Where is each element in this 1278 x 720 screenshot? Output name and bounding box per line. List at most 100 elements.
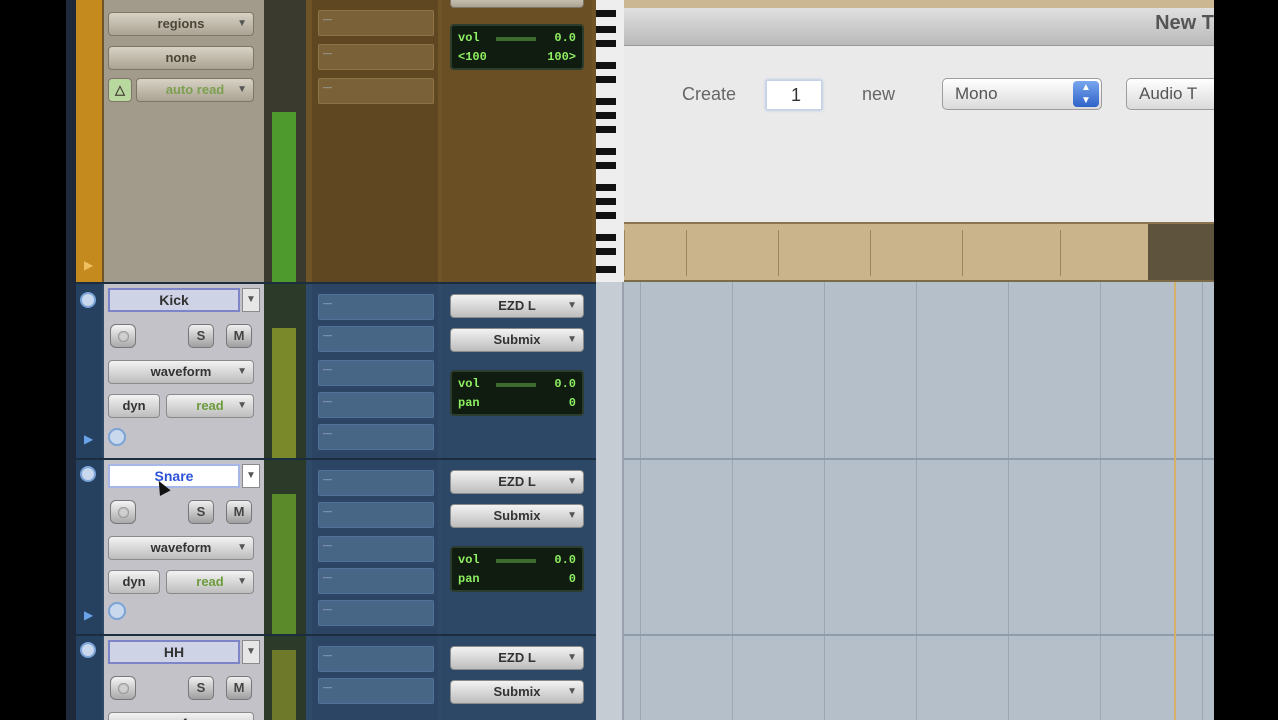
- track-view-dropdown[interactable]: waveform ▼: [108, 360, 254, 384]
- new-tracks-dialog: New T Create 1 new Mono ▲ ▼ Audio T: [624, 0, 1214, 222]
- bus-label: Submix: [493, 508, 541, 523]
- track-view-dropdown[interactable]: waveform ▼: [108, 536, 254, 560]
- insert-slot[interactable]: [318, 424, 434, 450]
- track-view-dropdown[interactable]: waveform: [108, 712, 254, 720]
- vol-value: 0.0: [554, 31, 576, 45]
- track-name-field[interactable]: HH: [108, 640, 240, 664]
- track-color-bar: ▶: [76, 0, 102, 282]
- expand-triangle-icon[interactable]: ▶: [84, 608, 93, 622]
- automation-icon[interactable]: [108, 602, 126, 620]
- insert-slot[interactable]: [318, 326, 434, 352]
- output-dropdown[interactable]: [450, 0, 584, 8]
- record-arm-button[interactable]: [110, 676, 136, 700]
- solo-button[interactable]: S: [188, 500, 214, 524]
- chevron-down-icon: ▼: [237, 84, 247, 95]
- automation-mode-dropdown[interactable]: read ▼: [166, 394, 254, 418]
- output-label: EZD L: [498, 650, 536, 665]
- io-column: EZD L ▼ Submix ▼: [442, 636, 592, 720]
- dyn-button[interactable]: dyn: [108, 570, 160, 594]
- track-controls: Kick ▼ S M waveform ▼ dyn read ▼: [104, 284, 264, 458]
- output-dropdown[interactable]: EZD L ▼: [450, 294, 584, 318]
- track-view-label: waveform: [150, 364, 212, 379]
- automation-icon: △: [115, 82, 125, 97]
- bus-dropdown[interactable]: Submix ▼: [450, 504, 584, 528]
- meter-fill: [272, 328, 296, 458]
- record-icon: [118, 507, 129, 518]
- insert-slot[interactable]: [318, 78, 434, 104]
- chevron-down-icon: ▼: [567, 686, 577, 697]
- insert-slot[interactable]: [318, 646, 434, 672]
- output-label: EZD L: [498, 474, 536, 489]
- track-select-icon[interactable]: [80, 642, 96, 658]
- dialog-titlebar: New T: [624, 0, 1214, 46]
- record-icon: [118, 331, 129, 342]
- mute-button[interactable]: M: [226, 324, 252, 348]
- insert-slot[interactable]: [318, 470, 434, 496]
- track-color-bar: ▶: [76, 460, 102, 634]
- insert-slot[interactable]: [318, 600, 434, 626]
- track-master: ▶ regions ▼ none △ auto read ▼ — — — vol…: [76, 0, 596, 282]
- output-dropdown[interactable]: EZD L ▼: [450, 646, 584, 670]
- chevron-down-icon[interactable]: ▼: [242, 464, 260, 488]
- regions-dropdown[interactable]: regions ▼: [108, 12, 254, 36]
- letterbox-left: [0, 0, 66, 720]
- expand-triangle-icon[interactable]: ▶: [84, 432, 93, 446]
- chevron-down-icon: ▼: [237, 400, 247, 411]
- insert-slot[interactable]: [318, 536, 434, 562]
- edit-pane: New T Create 1 new Mono ▲ ▼ Audio T: [596, 0, 1214, 720]
- record-icon: [118, 683, 129, 694]
- track-select-icon[interactable]: [80, 466, 96, 482]
- playhead-line: [1174, 282, 1176, 720]
- insert-slot[interactable]: [318, 360, 434, 386]
- automation-mode-dropdown[interactable]: read ▼: [166, 570, 254, 594]
- regions-label: regions: [157, 16, 205, 31]
- chevron-down-icon: ▼: [567, 476, 577, 487]
- mute-button[interactable]: M: [226, 676, 252, 700]
- volume-pan-display: vol 0.0 <100 100>: [450, 24, 584, 70]
- insert-slot[interactable]: [318, 568, 434, 594]
- record-arm-button[interactable]: [110, 500, 136, 524]
- level-meter: [264, 460, 306, 634]
- insert-slot[interactable]: [318, 678, 434, 704]
- solo-button[interactable]: S: [188, 324, 214, 348]
- insert-slot[interactable]: [318, 10, 434, 36]
- automation-icon[interactable]: [108, 428, 126, 446]
- output-dropdown[interactable]: EZD L ▼: [450, 470, 584, 494]
- none-dropdown[interactable]: none: [108, 46, 254, 70]
- track-count-input[interactable]: 1: [766, 80, 822, 110]
- new-label: new: [862, 84, 896, 104]
- track-name-field[interactable]: Snare: [108, 464, 240, 488]
- bus-dropdown[interactable]: Submix ▼: [450, 680, 584, 704]
- expand-triangle-icon[interactable]: ▶: [84, 258, 93, 272]
- dyn-label: dyn: [122, 398, 146, 413]
- track-controls: HH ▼ S M waveform: [104, 636, 264, 720]
- pan-label: pan: [458, 572, 480, 586]
- insert-slot[interactable]: [318, 294, 434, 320]
- volume-pan-display: vol 0.0 pan 0: [450, 546, 584, 592]
- track-playlist-grid[interactable]: [624, 282, 1214, 720]
- track-type-select[interactable]: Audio T: [1126, 78, 1214, 110]
- dyn-button[interactable]: dyn: [108, 394, 160, 418]
- record-arm-button[interactable]: [110, 324, 136, 348]
- dialog-title: New T: [1155, 12, 1214, 34]
- chevron-down-icon[interactable]: ▼: [242, 288, 260, 312]
- automation-mode-label: read: [196, 574, 224, 589]
- pan-left-value: <100: [458, 50, 487, 64]
- track-select-icon[interactable]: [80, 292, 96, 308]
- track-kick: ▶ Kick ▼ S M waveform ▼ dyn read ▼ — — —…: [76, 282, 596, 458]
- track-name-field[interactable]: Kick: [108, 288, 240, 312]
- mute-button[interactable]: M: [226, 500, 252, 524]
- automation-enable-button[interactable]: △: [108, 78, 132, 102]
- ruler-cell: [1060, 230, 1148, 276]
- solo-button[interactable]: S: [188, 676, 214, 700]
- vol-label: vol: [458, 553, 480, 567]
- track-format-select[interactable]: Mono ▲ ▼: [942, 78, 1102, 110]
- insert-slot[interactable]: [318, 44, 434, 70]
- chevron-down-icon[interactable]: ▼: [242, 640, 260, 664]
- ruler-cell: [778, 230, 870, 276]
- bus-dropdown[interactable]: Submix ▼: [450, 328, 584, 352]
- insert-slot[interactable]: [318, 502, 434, 528]
- none-label: none: [165, 50, 197, 65]
- insert-slot[interactable]: [318, 392, 434, 418]
- automation-mode-dropdown[interactable]: auto read ▼: [136, 78, 254, 102]
